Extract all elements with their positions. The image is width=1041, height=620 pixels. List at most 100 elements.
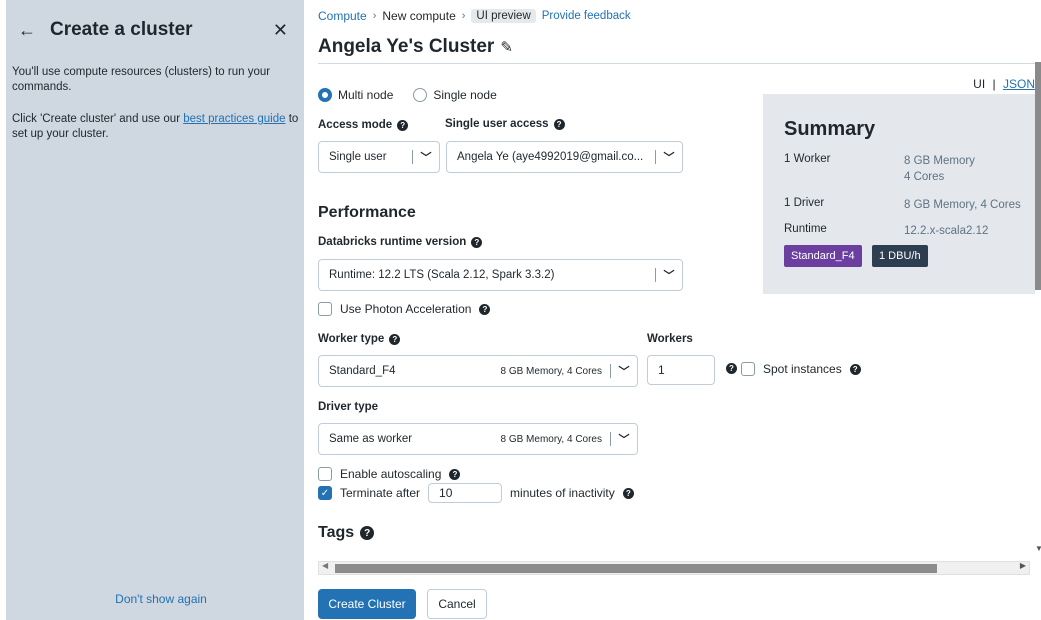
worker-type-label: Worker type ? [318,333,401,345]
summary-driver-value: 8 GB Memory, 4 Cores [904,199,1021,211]
dbu-badge: 1 DBU/h [872,245,928,267]
summary-runtime-value: 12.2.x-scala2.12 [904,225,989,237]
panel-header: ← Create a cluster ✕ [18,16,288,44]
ui-preview-badge: UI preview [471,9,536,23]
driver-type-value: Same as worker [329,433,413,445]
help-icon[interactable]: ? [726,363,737,374]
spot-instances-label: Spot instances [763,362,842,376]
driver-type-label: Driver type [318,401,379,413]
breadcrumb: Compute › New compute › UI preview Provi… [318,9,631,23]
summary-runtime-row: Runtime 12.2.x-scala2.12 [784,223,1034,239]
multi-node-radio[interactable] [318,88,332,102]
autoscaling-row: Enable autoscaling ? [318,467,461,481]
summary-runtime-key: Runtime [784,223,827,235]
chevron-down-icon: ﹀ [663,270,675,282]
help-icon[interactable]: ? [397,119,409,131]
vertical-scrollbar[interactable] [1035,62,1041,290]
workers-input[interactable]: 1 [647,355,715,385]
summary-driver-key: 1 Driver [784,197,825,209]
multi-node-label: Multi node [338,88,394,102]
spot-instances-checkbox[interactable] [741,362,755,376]
breadcrumb-new-compute[interactable]: New compute [382,9,455,23]
back-arrow-icon[interactable]: ← [18,20,44,41]
autoscaling-checkbox[interactable] [318,467,332,481]
access-mode-select[interactable]: Single user ﹀ [318,141,440,173]
guide-prefix: Click 'Create cluster' and use our [12,113,184,125]
chevron-down-icon: ﹀ [420,152,432,164]
single-user-access-label: Single user access ? [445,118,565,130]
single-user-value: Angela Ye (aye4992019@gmail.co... [457,151,644,163]
worker-type-hint: 8 GB Memory, 4 Cores [500,365,602,377]
driver-type-select[interactable]: Same as worker 8 GB Memory, 4 Cores ﹀ [318,423,638,455]
help-icon[interactable]: ? [479,303,491,315]
single-user-access-label-text: Single user access [445,118,549,130]
runtime-value: Runtime: 12.2 LTS (Scala 2.12, Spark 3.3… [329,269,555,281]
help-icon[interactable]: ? [389,333,401,345]
help-icon[interactable]: ? [849,363,861,375]
breadcrumb-compute[interactable]: Compute [318,9,367,23]
single-user-select[interactable]: Angela Ye (aye4992019@gmail.co... ﹀ [446,141,683,173]
access-mode-value: Single user [329,151,387,163]
help-icon[interactable]: ? [622,487,634,499]
help-icon[interactable]: ? [449,468,461,480]
title-divider [318,63,1041,64]
create-cluster-button[interactable]: Create Cluster [318,589,416,619]
provide-feedback-link[interactable]: Provide feedback [542,10,631,22]
view-separator: | [992,77,996,91]
page-title: Angela Ye's Cluster ✎ [318,36,513,58]
chevron-right-icon: › [461,10,466,22]
ui-view-link[interactable]: UI [973,77,985,91]
horizontal-scroll-thumb[interactable] [335,564,937,573]
worker-type-select[interactable]: Standard_F4 8 GB Memory, 4 Cores ﹀ [318,355,638,387]
runtime-select[interactable]: Runtime: 12.2 LTS (Scala 2.12, Spark 3.3… [318,259,683,291]
photon-row: Use Photon Acceleration ? [318,302,491,316]
summary-driver-row: 1 Driver 8 GB Memory, 4 Cores [784,197,1034,213]
access-mode-label-text: Access mode [318,119,393,131]
view-toggle: UI | JSON [973,77,1035,91]
scroll-down-arrow-icon[interactable]: ▼ [1035,544,1041,553]
terminate-row: ✓ Terminate after 10 minutes of inactivi… [318,483,634,503]
spot-row: Spot instances ? [741,362,861,376]
cluster-name[interactable]: Angela Ye's Cluster [318,36,494,58]
chevron-right-icon: › [372,10,377,22]
worker-type-value: Standard_F4 [329,365,396,377]
runtime-label-text: Databricks runtime version [318,236,467,248]
best-practices-link[interactable]: best practices guide [183,113,285,125]
summary-worker-value: 8 GB Memory 4 Cores [904,153,1034,185]
terminate-checkbox[interactable]: ✓ [318,486,332,500]
close-icon[interactable]: ✕ [273,20,288,41]
photon-checkbox[interactable] [318,302,332,316]
horizontal-scrollbar[interactable]: ◀ ▶ [318,561,1030,575]
scroll-left-arrow-icon[interactable]: ◀ [322,561,328,570]
onboarding-panel: ← Create a cluster ✕ You'll use compute … [6,0,304,620]
summary-worker-memory: 8 GB Memory [904,155,975,167]
summary-title: Summary [784,118,876,140]
json-view-link[interactable]: JSON [1003,77,1035,91]
help-icon[interactable]: ? [553,118,565,130]
chevron-down-icon: ﹀ [618,434,630,446]
chevron-down-icon: ﹀ [618,366,630,378]
pencil-icon[interactable]: ✎ [500,38,513,56]
help-icon[interactable]: ? [360,526,375,540]
panel-guide-text: Click 'Create cluster' and use our best … [12,112,302,142]
tags-heading-text: Tags [318,524,355,541]
panel-intro: You'll use compute resources (clusters) … [12,66,271,93]
terminate-minutes-input[interactable]: 10 [428,483,503,503]
help-icon[interactable]: ? [471,236,483,248]
workers-label: Workers [647,333,693,345]
dont-show-again-link[interactable]: Don't show again [6,592,316,606]
terminate-label: Terminate after [340,486,421,500]
panel-title: Create a cluster [50,19,193,40]
main-content: Compute › New compute › UI preview Provi… [318,0,1041,620]
single-node-radio[interactable] [413,88,428,102]
tags-heading: Tags ? [318,524,375,542]
scroll-right-arrow-icon[interactable]: ▶ [1020,561,1026,570]
summary-worker-key: 1 Worker [784,153,831,165]
summary-worker-row: 1 Worker 8 GB Memory 4 Cores [784,153,1034,185]
worker-type-label-text: Worker type [318,333,385,345]
driver-type-hint: 8 GB Memory, 4 Cores [500,433,602,445]
performance-heading: Performance [318,204,416,221]
access-mode-label: Access mode ? [318,119,409,131]
cancel-button[interactable]: Cancel [427,589,487,619]
autoscaling-label: Enable autoscaling [340,467,442,481]
